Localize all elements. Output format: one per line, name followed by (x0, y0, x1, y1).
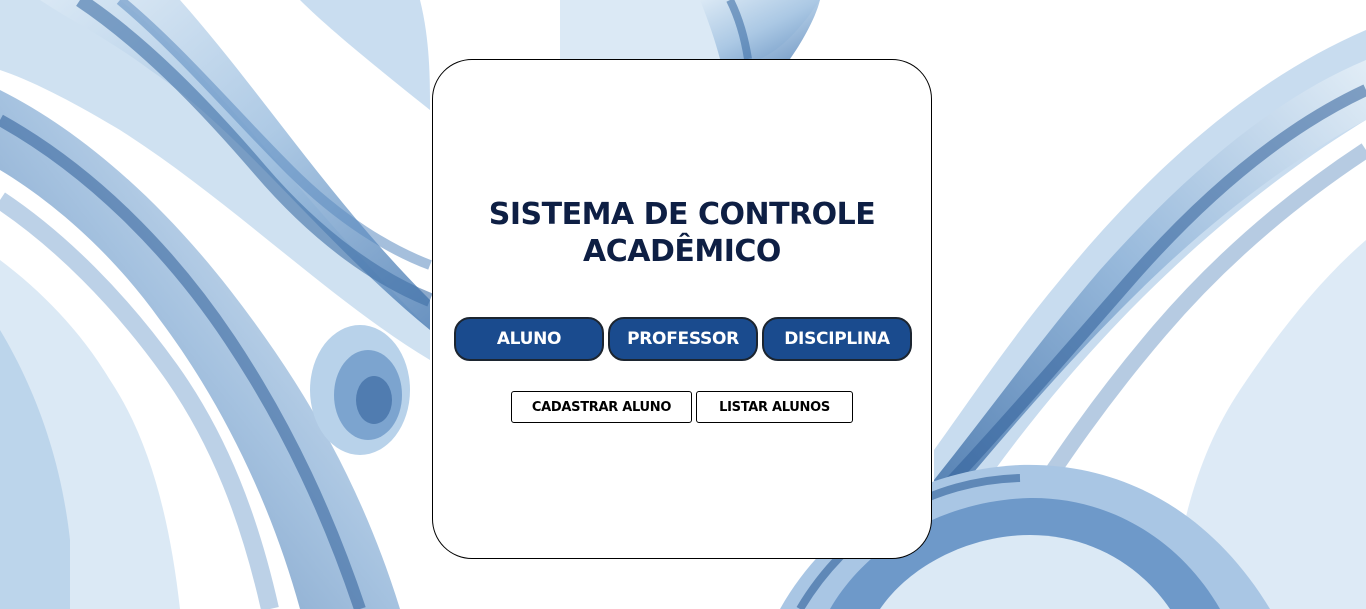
page: SISTEMA DE CONTROLE ACADÊMICO ALUNO PROF… (0, 0, 1366, 609)
aluno-actions: CADASTRAR ALUNO LISTAR ALUNOS (433, 391, 931, 423)
cadastrar-aluno-button[interactable]: CADASTRAR ALUNO (511, 391, 692, 423)
listar-alunos-button[interactable]: LISTAR ALUNOS (696, 391, 853, 423)
module-nav: ALUNO PROFESSOR DISCIPLINA (454, 317, 912, 361)
page-title: SISTEMA DE CONTROLE ACADÊMICO (433, 196, 931, 270)
title-line-1: SISTEMA DE CONTROLE (488, 197, 876, 232)
main-panel: SISTEMA DE CONTROLE ACADÊMICO ALUNO PROF… (432, 59, 932, 559)
professor-button[interactable]: PROFESSOR (608, 317, 758, 361)
disciplina-button[interactable]: DISCIPLINA (762, 317, 912, 361)
title-line-2: ACADÊMICO (583, 234, 781, 269)
aluno-button[interactable]: ALUNO (454, 317, 604, 361)
